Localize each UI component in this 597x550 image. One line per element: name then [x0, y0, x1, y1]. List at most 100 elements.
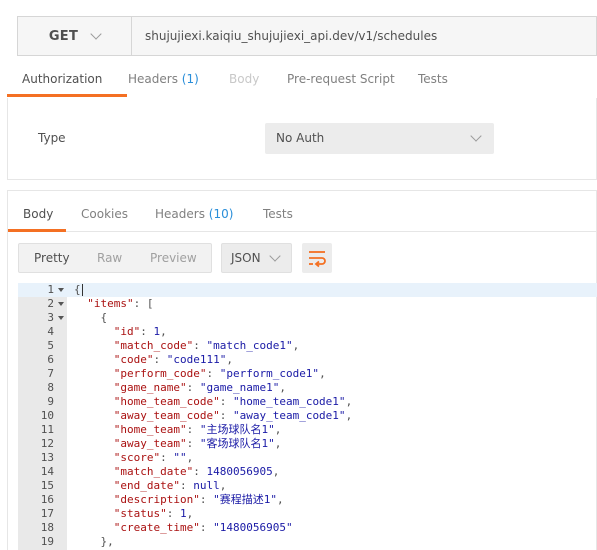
- line-number: 17: [40, 507, 54, 520]
- view-pretty-button[interactable]: Pretty: [34, 251, 70, 265]
- chevron-down-icon: [470, 130, 482, 142]
- code-line: 15 "end_date": null,: [18, 479, 597, 493]
- tab-response-tests[interactable]: Tests: [263, 207, 293, 221]
- tab-label: Pre-request Script: [287, 72, 395, 86]
- response-tabs: Body Cookies Headers (10) Tests: [8, 191, 596, 232]
- line-number: 8: [47, 381, 54, 394]
- tab-body[interactable]: Body: [229, 72, 259, 86]
- code-text: "end_date": null,: [113, 479, 227, 492]
- tab-cookies[interactable]: Cookies: [81, 207, 128, 221]
- method-label: GET: [48, 28, 79, 44]
- code-text: "away_team_code": "away_team_code1",: [113, 409, 353, 422]
- code-text: "away_team": "客场球队名1",: [113, 437, 282, 450]
- tab-label: Headers: [155, 207, 205, 221]
- code-line: 19 },: [18, 535, 597, 549]
- line-number: 3: [47, 311, 54, 324]
- code-line: 7 "perform_code": "perform_code1",: [18, 367, 597, 381]
- line-number: 7: [47, 367, 54, 380]
- method-select[interactable]: GET: [18, 17, 132, 55]
- line-number: 16: [40, 493, 54, 506]
- code-line: 2 "items": [: [18, 297, 597, 311]
- line-number: 15: [40, 479, 54, 492]
- code-line: 12 "away_team": "客场球队名1",: [18, 437, 597, 451]
- code-text: {: [74, 311, 108, 324]
- line-number: 13: [40, 451, 54, 464]
- text-cursor: [81, 284, 83, 296]
- code-line: 13 "score": "",: [18, 451, 597, 465]
- line-number: 18: [40, 521, 54, 534]
- request-bar: GET shujujiexi.kaiqiu_shujujiexi_api.dev…: [17, 16, 597, 56]
- tab-count: (1): [181, 72, 199, 86]
- line-number: 4: [47, 325, 54, 338]
- chevron-down-icon: [90, 27, 102, 40]
- code-line: 10 "away_team_code": "away_team_code1",: [18, 409, 597, 423]
- wrap-lines-button[interactable]: [302, 243, 332, 273]
- url-input[interactable]: shujujiexi.kaiqiu_shujujiexi_api.dev/v1/…: [145, 17, 437, 55]
- line-number: 2: [47, 297, 54, 310]
- format-select[interactable]: JSON: [221, 243, 292, 273]
- tab-response-body[interactable]: Body: [23, 207, 53, 221]
- view-raw-button[interactable]: Raw: [97, 251, 122, 265]
- code-text: "description": "赛程描述1",: [113, 493, 284, 506]
- code-line: 9 "home_team_code": "home_team_code1",: [18, 395, 597, 409]
- line-number: 11: [40, 423, 54, 436]
- tab-headers[interactable]: Headers (1): [128, 72, 199, 86]
- view-preview-button[interactable]: Preview: [150, 251, 197, 265]
- auth-type-value: No Auth: [276, 131, 325, 145]
- line-number: 1: [47, 283, 54, 296]
- code-line: 5 "match_code": "match_code1",: [18, 339, 597, 353]
- fold-toggle-icon[interactable]: [58, 316, 64, 320]
- code-text: {: [74, 283, 83, 296]
- code-text: "items": [: [87, 297, 154, 310]
- format-label: JSON: [231, 251, 261, 265]
- line-number: 9: [47, 395, 54, 408]
- line-number: 19: [40, 535, 54, 548]
- active-tab-indicator: [7, 94, 127, 97]
- line-number: 6: [47, 353, 54, 366]
- code-text: "score": "",: [113, 451, 194, 464]
- code-text: "create_time": "1480056905": [113, 521, 293, 534]
- line-number: 10: [40, 409, 54, 422]
- request-tabs: Authorization Headers (1) Body Pre-reque…: [7, 66, 597, 97]
- code-line: 8 "game_name": "game_name1",: [18, 381, 597, 395]
- tab-label: Body: [23, 207, 54, 221]
- tab-label: Body: [229, 72, 260, 86]
- code-line: 14 "match_date": 1480056905,: [18, 465, 597, 479]
- code-text: "home_team": "主场球队名1",: [113, 423, 282, 436]
- code-text: "match_date": 1480056905,: [113, 465, 280, 478]
- tab-response-headers[interactable]: Headers (10): [155, 207, 233, 221]
- code-text: "game_name": "game_name1",: [113, 381, 286, 394]
- tab-pre-request-script[interactable]: Pre-request Script: [287, 72, 395, 86]
- line-number: 5: [47, 339, 54, 352]
- tab-count: (10): [208, 207, 234, 221]
- fold-toggle-icon[interactable]: [58, 288, 64, 292]
- tab-label: Authorization: [22, 72, 103, 86]
- code-line: 6 "code": "code111",: [18, 353, 597, 367]
- code-text: "id": 1,: [113, 325, 167, 338]
- active-tab-indicator: [8, 229, 66, 232]
- tab-label: Tests: [263, 207, 293, 221]
- auth-type-select[interactable]: No Auth: [265, 123, 494, 154]
- view-mode-group: Pretty Raw Preview: [18, 243, 212, 273]
- tab-authorization[interactable]: Authorization: [22, 72, 102, 86]
- code-line: 3 {: [18, 311, 597, 325]
- wrap-lines-icon: [309, 251, 326, 268]
- code-line: 11 "home_team": "主场球队名1",: [18, 423, 597, 437]
- code-text: "status": 1,: [113, 507, 194, 520]
- tab-label: Cookies: [81, 207, 128, 221]
- response-panel: Body Cookies Headers (10) Tests Pretty R…: [7, 190, 597, 550]
- code-text: "perform_code": "perform_code1",: [113, 367, 326, 380]
- tab-tests[interactable]: Tests: [418, 72, 448, 86]
- code-line: 17 "status": 1,: [18, 507, 597, 521]
- line-number: 14: [40, 465, 54, 478]
- code-text: "match_code": "match_code1",: [113, 339, 300, 352]
- response-code-editor[interactable]: 1{2 "items": [3 {4 "id": 1, 5 "match_code…: [18, 283, 597, 550]
- tab-label: Headers: [128, 72, 178, 86]
- code-text: "code": "code111",: [113, 353, 233, 366]
- auth-type-label: Type: [38, 131, 66, 145]
- code-line: 16 "description": "赛程描述1",: [18, 493, 597, 507]
- code-line: 18 "create_time": "1480056905": [18, 521, 597, 535]
- fold-toggle-icon[interactable]: [58, 302, 64, 306]
- chevron-down-icon: [269, 250, 281, 262]
- code-line: 1{: [18, 283, 597, 297]
